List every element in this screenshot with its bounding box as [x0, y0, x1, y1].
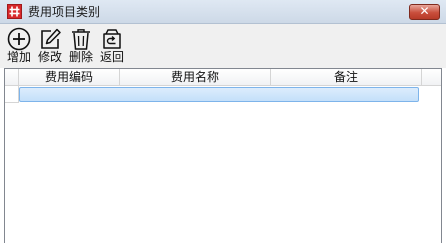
back-button[interactable]: 返回 [97, 26, 127, 66]
close-icon: ✕ [419, 4, 430, 18]
grid-app-icon [7, 4, 22, 19]
row-header-corner [5, 69, 19, 85]
table-row[interactable] [19, 87, 419, 102]
plus-circle-icon [7, 27, 31, 51]
row-indicator[interactable] [5, 86, 19, 103]
return-icon [100, 27, 124, 51]
toolbar: 增加 修改 删除 返回 [0, 24, 446, 68]
edit-icon [38, 27, 62, 51]
column-header-note[interactable]: 备注 [271, 69, 422, 85]
window-title: 费用项目类别 [28, 5, 101, 19]
dialog-window: 费用项目类别 ✕ 增加 修改 删除 返回 费用编码 费用名称 备注 [0, 0, 446, 243]
title-bar[interactable]: 费用项目类别 ✕ [0, 0, 446, 24]
category-grid[interactable]: 费用编码 费用名称 备注 [4, 68, 442, 243]
add-button[interactable]: 增加 [4, 26, 34, 66]
column-header-code[interactable]: 费用编码 [19, 69, 120, 85]
trash-icon [69, 27, 93, 51]
column-header-name[interactable]: 费用名称 [120, 69, 271, 85]
edit-button[interactable]: 修改 [35, 26, 65, 66]
close-button[interactable]: ✕ [409, 4, 440, 20]
delete-button[interactable]: 删除 [66, 26, 96, 66]
grid-header: 费用编码 费用名称 备注 [5, 69, 441, 86]
back-button-label: 返回 [99, 50, 124, 64]
